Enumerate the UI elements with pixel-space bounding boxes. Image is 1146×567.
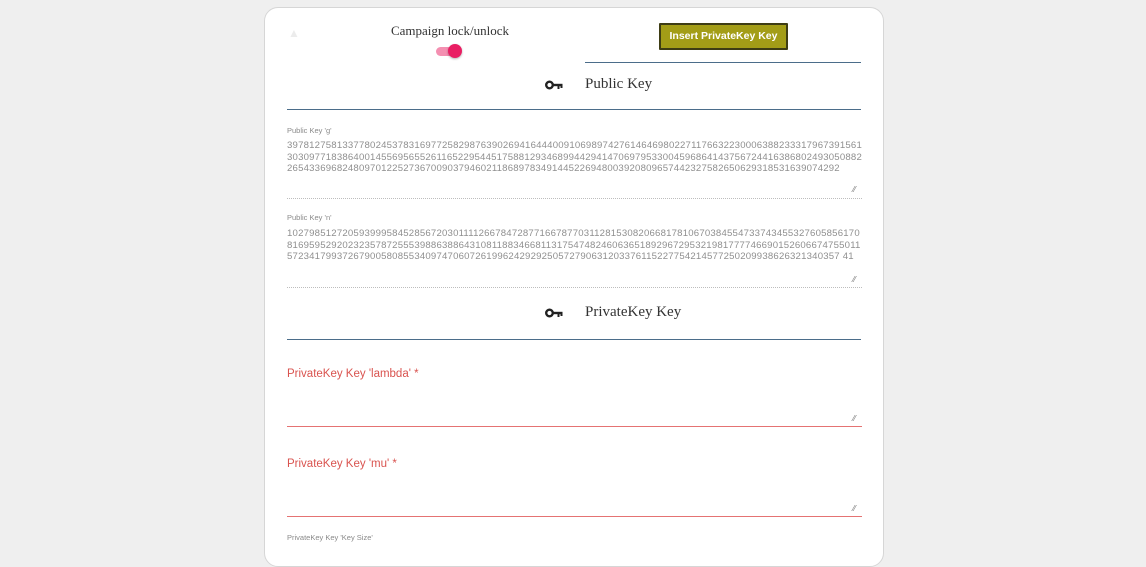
resize-handle-icon[interactable]: ⁄⁄ <box>853 276 860 284</box>
public-key-n-field[interactable]: 1027985127205939995845285672030111126678… <box>287 228 862 275</box>
campaign-lock-label: Campaign lock/unlock <box>390 23 510 38</box>
private-key-size-label: PrivateKey Key 'Key Size' <box>287 533 373 542</box>
public-key-n-underline <box>287 287 862 288</box>
insert-private-key-button[interactable]: Insert PrivateKey Key <box>659 23 788 50</box>
resize-handle-icon[interactable]: ⁄⁄ <box>853 505 860 513</box>
key-icon <box>545 308 563 318</box>
header-divider <box>585 62 861 63</box>
private-key-mu-underline <box>287 516 862 517</box>
public-key-divider <box>287 109 861 110</box>
resize-handle-icon[interactable]: ⁄⁄ <box>853 415 860 423</box>
public-key-g-field[interactable]: 3978127581337780245378316977258298763902… <box>287 140 862 187</box>
private-key-divider <box>287 339 861 340</box>
public-key-title: Public Key <box>585 76 653 92</box>
key-icon <box>545 80 563 90</box>
public-key-g-underline <box>287 198 862 199</box>
public-key-g-label: Public Key 'g' <box>287 126 332 135</box>
resize-handle-icon[interactable]: ⁄⁄ <box>853 186 860 194</box>
campaign-lock-toggle[interactable] <box>436 44 462 58</box>
private-key-lambda-underline <box>287 426 862 427</box>
public-key-n-label: Public Key 'n' <box>287 213 332 222</box>
private-key-lambda-label: PrivateKey Key 'lambda' * <box>287 368 419 380</box>
private-key-title: PrivateKey Key <box>585 304 682 320</box>
private-key-lambda-field[interactable] <box>287 390 862 420</box>
private-key-mu-label: PrivateKey Key 'mu' * <box>287 458 397 470</box>
faded-key-icon: ▲ <box>288 26 300 40</box>
private-key-mu-field[interactable] <box>287 480 862 510</box>
toggle-knob[interactable] <box>448 44 462 58</box>
